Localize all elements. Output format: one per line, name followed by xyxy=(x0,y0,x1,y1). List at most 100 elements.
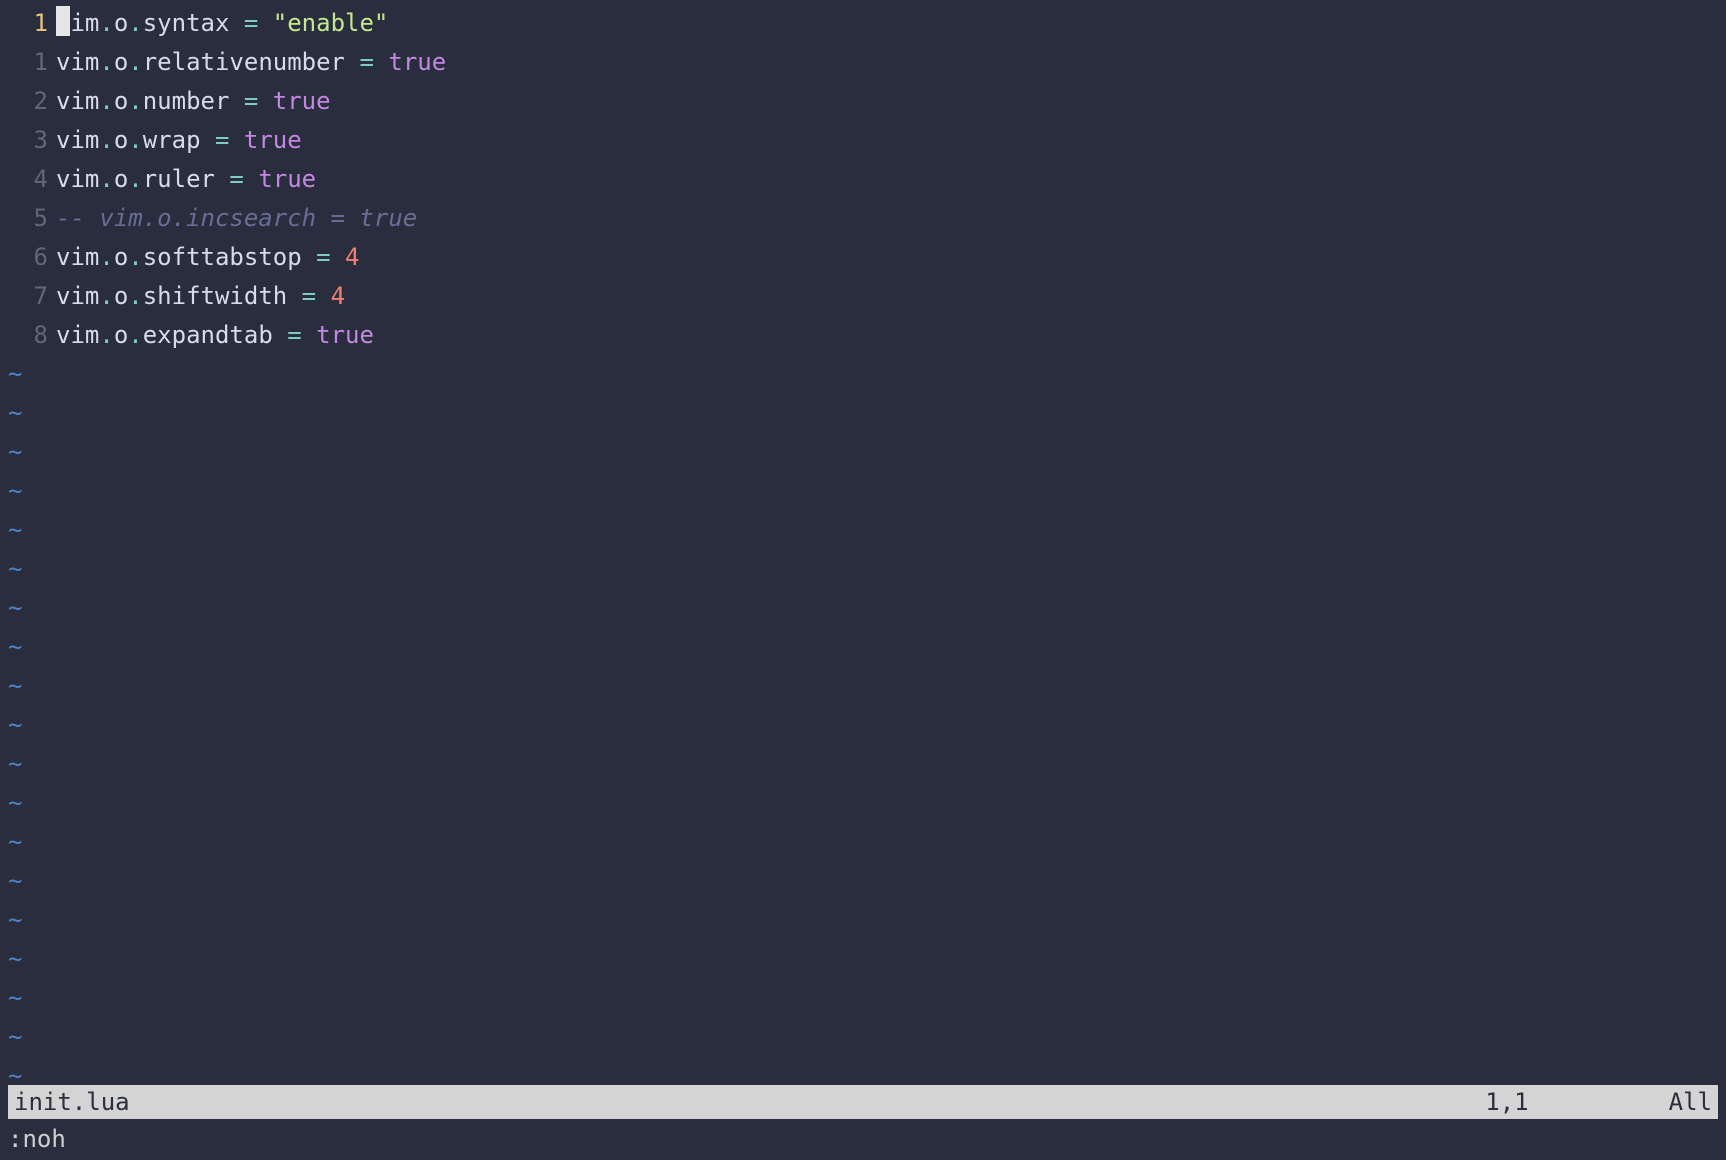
token-string: "enable" xyxy=(273,9,389,37)
token-ident: o xyxy=(114,165,128,193)
code-content[interactable]: vim.o.shiftwidth = 4 xyxy=(56,277,1726,316)
token-ident: ruler xyxy=(143,165,215,193)
token-ident: o xyxy=(114,9,128,37)
token-ident: relativenumber xyxy=(143,48,345,76)
token-ident: vim xyxy=(56,165,99,193)
token-space xyxy=(201,126,215,154)
token-ident: expandtab xyxy=(143,321,273,349)
token-punct: . xyxy=(99,126,113,154)
token-bool: true xyxy=(258,165,316,193)
token-ident: o xyxy=(114,48,128,76)
empty-line: ~ xyxy=(0,940,1726,979)
token-ident: vim xyxy=(56,126,99,154)
token-op: = xyxy=(287,321,301,349)
code-content[interactable]: vim.o.relativenumber = true xyxy=(56,43,1726,82)
token-ident: softtabstop xyxy=(143,243,302,271)
code-line[interactable]: 6vim.o.softtabstop = 4 xyxy=(0,238,1726,277)
code-content[interactable]: vim.o.softtabstop = 4 xyxy=(56,238,1726,277)
token-ident: vim xyxy=(56,321,99,349)
tilde-icon: ~ xyxy=(0,1057,56,1078)
tilde-icon: ~ xyxy=(0,745,56,784)
tilde-icon: ~ xyxy=(0,589,56,628)
code-line[interactable]: 1vim.o.relativenumber = true xyxy=(0,43,1726,82)
code-line[interactable]: 5-- vim.o.incsearch = true xyxy=(0,199,1726,238)
token-space xyxy=(229,9,243,37)
code-line[interactable]: 8vim.o.expandtab = true xyxy=(0,316,1726,355)
token-punct: . xyxy=(128,243,142,271)
code-line[interactable]: 3vim.o.wrap = true xyxy=(0,121,1726,160)
code-content[interactable]: vim.o.ruler = true xyxy=(56,160,1726,199)
empty-line: ~ xyxy=(0,589,1726,628)
status-scroll-percent: All xyxy=(1669,1085,1712,1119)
token-bool: true xyxy=(244,126,302,154)
token-punct: . xyxy=(128,48,142,76)
empty-line: ~ xyxy=(0,784,1726,823)
token-space xyxy=(345,48,359,76)
code-line[interactable]: 1vim.o.syntax = "enable" xyxy=(0,4,1726,43)
tilde-icon: ~ xyxy=(0,355,56,394)
token-ident: vim xyxy=(56,243,99,271)
tilde-icon: ~ xyxy=(0,823,56,862)
code-content[interactable]: -- vim.o.incsearch = true xyxy=(56,199,1726,238)
token-punct: . xyxy=(128,165,142,193)
tilde-icon: ~ xyxy=(0,784,56,823)
line-number: 7 xyxy=(0,277,56,316)
token-op: = xyxy=(215,126,229,154)
tilde-icon: ~ xyxy=(0,940,56,979)
token-punct: . xyxy=(99,282,113,310)
token-ident: vim xyxy=(56,48,99,76)
tilde-icon: ~ xyxy=(0,433,56,472)
tilde-icon: ~ xyxy=(0,979,56,1018)
token-punct: . xyxy=(128,126,142,154)
token-bool: true xyxy=(273,87,331,115)
text-buffer[interactable]: 1vim.o.syntax = "enable"1vim.o.relativen… xyxy=(0,4,1726,1078)
code-content[interactable]: vim.o.expandtab = true xyxy=(56,316,1726,355)
code-line[interactable]: 4vim.o.ruler = true xyxy=(0,160,1726,199)
code-line[interactable]: 7vim.o.shiftwidth = 4 xyxy=(0,277,1726,316)
line-number: 4 xyxy=(0,160,56,199)
status-bar: init.lua 1,1 All xyxy=(8,1085,1718,1119)
token-ident: vim xyxy=(56,87,99,115)
tilde-icon: ~ xyxy=(0,862,56,901)
token-space xyxy=(229,87,243,115)
empty-line: ~ xyxy=(0,706,1726,745)
tilde-icon: ~ xyxy=(0,628,56,667)
token-ident: o xyxy=(114,87,128,115)
line-number: 1 xyxy=(0,43,56,82)
token-number: 4 xyxy=(331,282,345,310)
token-punct: . xyxy=(128,9,142,37)
token-space xyxy=(258,9,272,37)
line-number-current: 1 xyxy=(0,4,56,43)
token-ident: o xyxy=(114,282,128,310)
token-space xyxy=(273,321,287,349)
token-bool: true xyxy=(388,48,446,76)
token-ident: o xyxy=(114,243,128,271)
empty-line: ~ xyxy=(0,394,1726,433)
token-space xyxy=(302,243,316,271)
token-ident: number xyxy=(143,87,230,115)
tilde-icon: ~ xyxy=(0,394,56,433)
token-punct: . xyxy=(99,9,113,37)
empty-line: ~ xyxy=(0,355,1726,394)
token-number: 4 xyxy=(345,243,359,271)
code-content[interactable]: vim.o.number = true xyxy=(56,82,1726,121)
token-space xyxy=(258,87,272,115)
empty-line: ~ xyxy=(0,1018,1726,1057)
tilde-icon: ~ xyxy=(0,511,56,550)
empty-line: ~ xyxy=(0,550,1726,589)
token-punct: . xyxy=(128,321,142,349)
empty-line: ~ xyxy=(0,472,1726,511)
code-content[interactable]: vim.o.syntax = "enable" xyxy=(56,4,1726,43)
token-punct: . xyxy=(99,48,113,76)
token-punct: . xyxy=(99,87,113,115)
code-line[interactable]: 2vim.o.number = true xyxy=(0,82,1726,121)
token-bool: true xyxy=(316,321,374,349)
code-content[interactable]: vim.o.wrap = true xyxy=(56,121,1726,160)
token-op: = xyxy=(244,9,258,37)
tilde-icon: ~ xyxy=(0,472,56,511)
token-op: = xyxy=(359,48,373,76)
token-ident: vim xyxy=(56,282,99,310)
line-number: 3 xyxy=(0,121,56,160)
token-space xyxy=(287,282,301,310)
command-line[interactable]: :noh xyxy=(8,1122,1718,1156)
